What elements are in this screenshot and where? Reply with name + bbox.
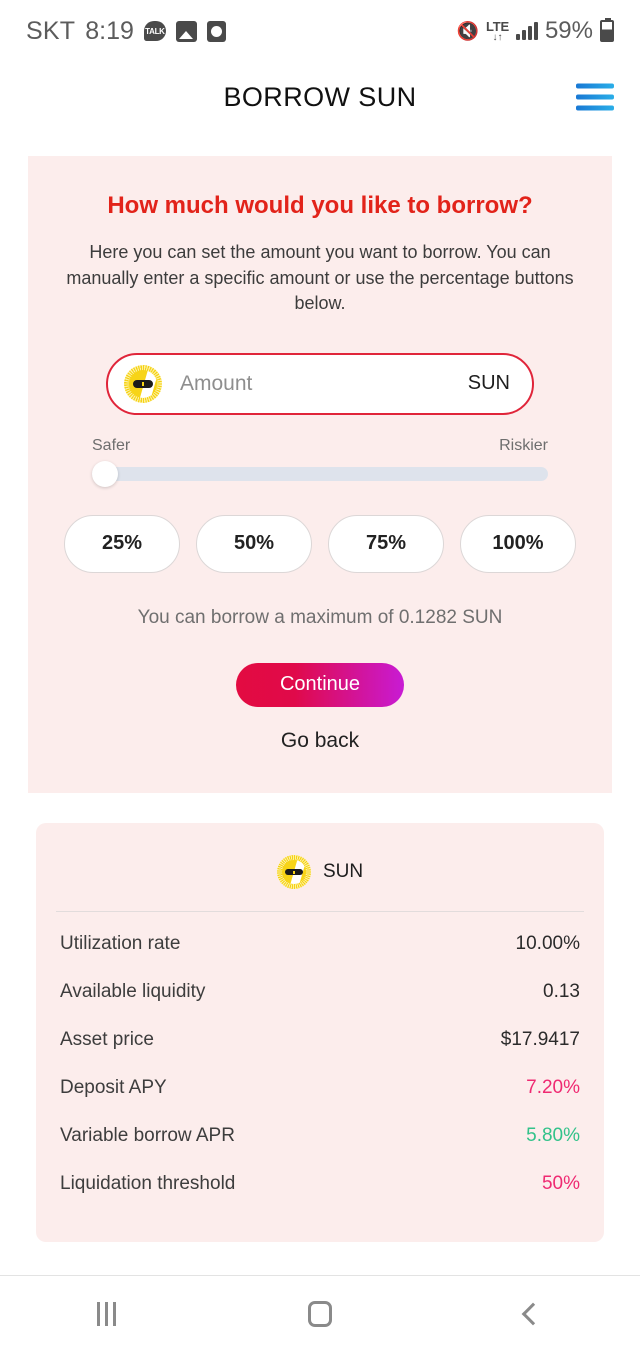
back-button[interactable] [427,1302,640,1325]
android-nav-bar [0,1275,640,1351]
hamburger-icon[interactable] [576,83,614,111]
lte-icon: LTE ↓↑ [486,20,509,43]
table-row: Available liquidity 0.13 [60,968,580,1016]
page-title: BORROW SUN [223,81,417,112]
stat-label: Available liquidity [60,980,206,1002]
asset-stats-card: SUN Utilization rate 10.00% Available li… [36,822,604,1242]
home-button[interactable] [213,1300,426,1327]
amount-unit-label: SUN [467,372,510,395]
stat-label: Utilization rate [60,932,181,954]
slider-labels: Safer Riskier [92,437,548,455]
slider-thumb[interactable] [92,460,118,487]
clock-icon [206,20,226,42]
percent-buttons: 25% 50% 75% 100% [54,514,586,573]
token-symbol-label: SUN [322,860,364,882]
stat-value: 10.00% [515,932,580,954]
max-borrow-note: You can borrow a maximum of 0.1282 SUN [137,606,503,628]
stat-label: Deposit APY [60,1076,167,1098]
percent-button-25[interactable]: 25% [64,514,180,573]
battery-percent-label: 59% [544,17,593,44]
carrier-label: SKT [26,16,76,45]
stat-value: 0.13 [543,980,580,1002]
sun-token-icon [276,854,311,889]
percent-button-50[interactable]: 50% [196,514,312,573]
stats-divider [56,910,584,912]
stat-label: Asset price [60,1028,154,1050]
mute-icon: 🔇 [456,20,479,41]
stat-value: 7.20% [526,1076,580,1098]
table-row: Deposit APY 7.20% [60,1064,580,1112]
home-icon [307,1300,332,1327]
recents-icon [97,1301,117,1326]
lte-arrows: ↓↑ [492,31,503,43]
percent-button-100[interactable]: 100% [460,514,576,573]
amount-input-row[interactable]: SUN [106,352,534,415]
go-back-link[interactable]: Go back [54,729,586,753]
gallery-icon [175,20,197,42]
borrow-card: How much would you like to borrow? Here … [28,156,612,793]
sun-token-icon [124,364,162,403]
amount-input[interactable] [180,371,468,396]
stat-label: Variable borrow APR [60,1124,235,1146]
table-row: Utilization rate 10.00% [60,920,580,968]
table-row: Liquidation threshold 50% [60,1160,580,1208]
status-bar-right: 🔇 LTE ↓↑ 59% [457,17,614,45]
stat-value: 5.80% [526,1124,580,1146]
slider-track[interactable] [92,460,548,487]
signal-bars-icon [515,22,538,40]
percent-button-75[interactable]: 75% [328,514,444,573]
borrow-heading: How much would you like to borrow? [107,192,533,219]
borrow-description: Here you can set the amount you want to … [66,242,574,314]
asset-stats-header: SUN [60,849,580,911]
status-bar: SKT 8:19 TALK 🔇 LTE ↓↑ 59% [0,0,640,62]
stat-value: 50% [541,1172,580,1194]
table-row: Variable borrow APR 5.80% [60,1112,580,1160]
slider-label-riskier: Riskier [499,436,548,454]
status-bar-left: SKT 8:19 TALK [26,17,226,46]
stat-value: $17.9417 [500,1028,580,1050]
phone-screen: SKT 8:19 TALK 🔇 LTE ↓↑ 59% BORROW SUN Ho… [0,0,640,1351]
kakaotalk-icon: TALK [143,21,166,41]
battery-icon [600,18,614,42]
app-header: BORROW SUN [0,62,640,132]
slider-label-safer: Safer [92,436,131,454]
stat-label: Liquidation threshold [60,1172,236,1194]
continue-button[interactable]: Continue [236,662,404,707]
table-row: Asset price $17.9417 [60,1016,580,1064]
clock-label: 8:19 [85,16,134,45]
lte-label: LTE [485,18,509,34]
recents-button[interactable] [0,1301,213,1326]
back-icon [521,1302,545,1325]
risk-slider[interactable]: Safer Riskier [92,437,548,487]
